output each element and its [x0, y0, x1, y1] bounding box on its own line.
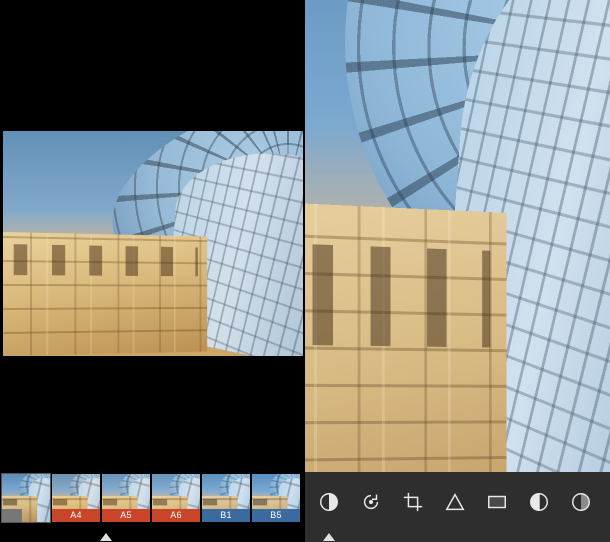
- tool-saturation[interactable]: [521, 484, 557, 520]
- filter-thumb-a4[interactable]: A4: [52, 474, 100, 522]
- filter-thumb-a5[interactable]: A5: [102, 474, 150, 522]
- half-circle-outline-icon: [570, 491, 592, 513]
- tool-contrast[interactable]: [311, 484, 347, 520]
- filter-label: A4: [52, 509, 100, 522]
- triangle-icon: [444, 491, 466, 513]
- filter-indicator-row: [0, 532, 305, 542]
- tool-rotate[interactable]: [353, 484, 389, 520]
- filter-thumb-a6[interactable]: A6: [152, 474, 200, 522]
- tool-crop[interactable]: [395, 484, 431, 520]
- filter-editor-panel: A4 A5 A6 B1 B5: [0, 0, 305, 542]
- preview-image-right[interactable]: [305, 0, 610, 472]
- indicator-triangle-icon: [100, 533, 112, 541]
- contrast-icon: [318, 491, 340, 513]
- indicator-triangle-icon: [323, 533, 335, 541]
- preview-area-left: [0, 0, 305, 472]
- adjust-editor-panel: [305, 0, 610, 542]
- filter-thumb-none[interactable]: [2, 474, 50, 522]
- tool-sharpen[interactable]: [437, 484, 473, 520]
- rectangle-icon: [486, 491, 508, 513]
- filter-label: B5: [252, 509, 300, 522]
- tool-bar: [305, 472, 610, 532]
- filter-strip: A4 A5 A6 B1 B5: [0, 472, 305, 532]
- crop-icon: [402, 491, 424, 513]
- tool-fade[interactable]: [563, 484, 599, 520]
- filter-label: A5: [102, 509, 150, 522]
- tool-indicator-row: [305, 532, 610, 542]
- filter-label: [2, 509, 22, 522]
- preview-image-left[interactable]: [3, 131, 303, 356]
- filter-label: A6: [152, 509, 200, 522]
- filter-thumb-b1[interactable]: B1: [202, 474, 250, 522]
- half-circle-icon: [528, 491, 550, 513]
- filter-thumb-b5[interactable]: B5: [252, 474, 300, 522]
- preview-area-right: [305, 0, 610, 472]
- filter-label: B1: [202, 509, 250, 522]
- tool-vignette[interactable]: [479, 484, 515, 520]
- rotate-icon: [360, 491, 382, 513]
